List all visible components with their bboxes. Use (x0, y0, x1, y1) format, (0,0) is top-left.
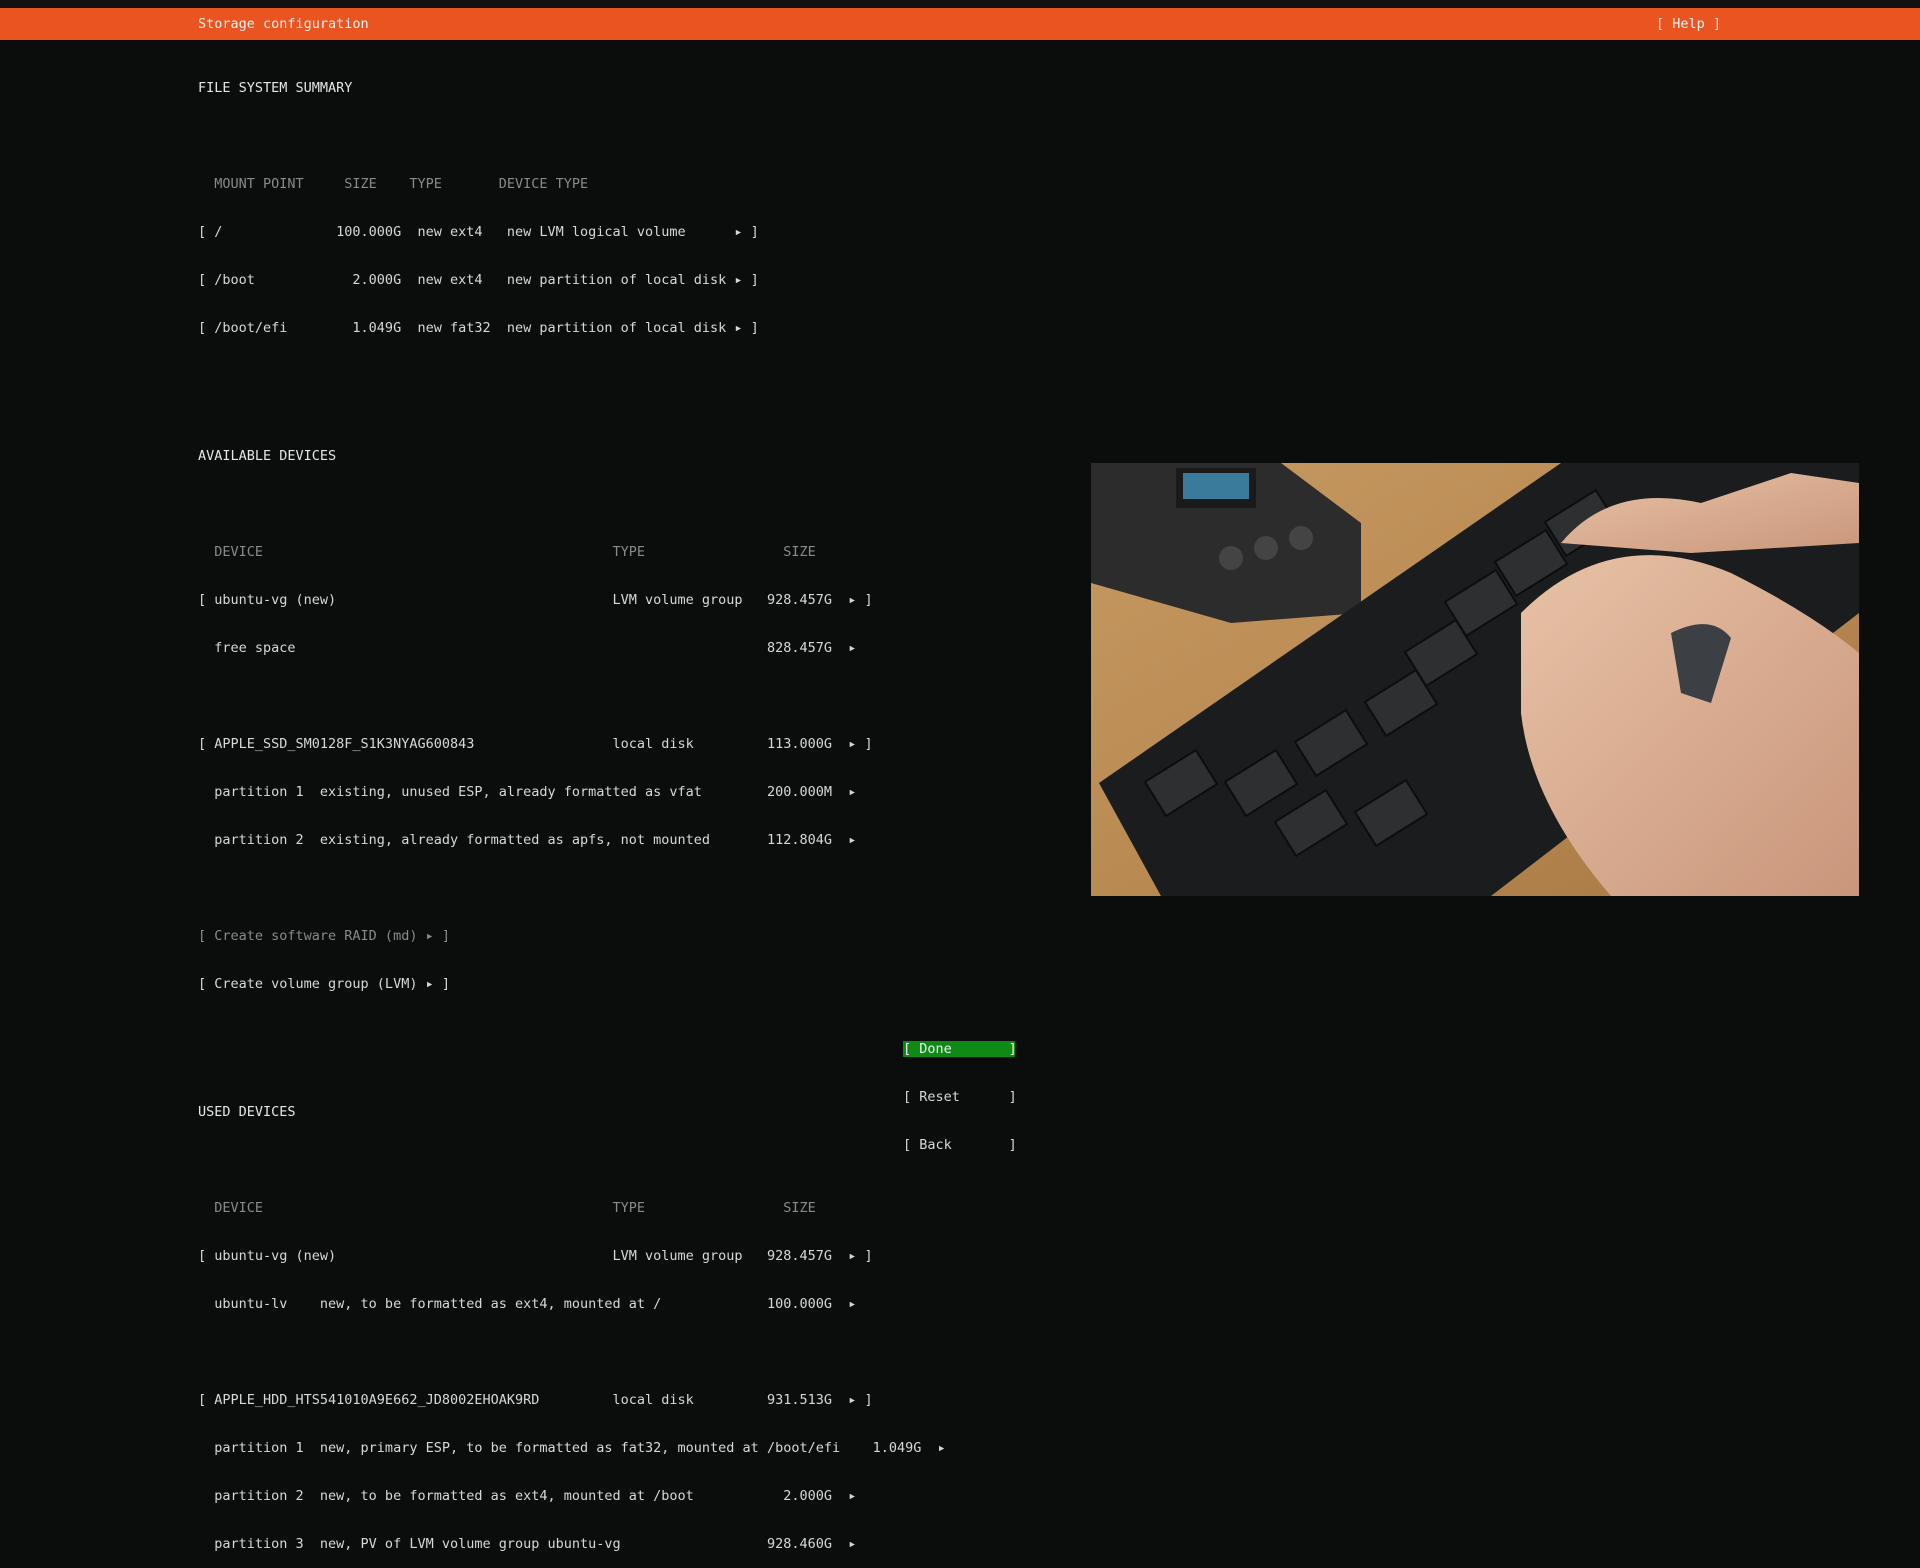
reset-button[interactable]: [ Reset ] (903, 1089, 1017, 1105)
used-columns: DEVICE TYPE SIZE (198, 1200, 816, 1216)
used-vg-row[interactable]: [ ubuntu-vg (new) LVM volume group 928.4… (198, 1248, 946, 1264)
title-bar: Storage configuration [ Help ] (0, 8, 1920, 40)
fs-row-root[interactable]: [ / 100.000G new ext4 new LVM logical vo… (198, 224, 946, 240)
storage-panel: FILE SYSTEM SUMMARY MOUNT POINT SIZE TYP… (198, 48, 946, 1568)
used-lv-row[interactable]: ubuntu-lv new, to be formatted as ext4, … (198, 1296, 946, 1312)
used-devices-heading: USED DEVICES (198, 1104, 296, 1120)
available-partition-1-row[interactable]: partition 1 existing, unused ESP, alread… (198, 784, 946, 800)
available-disk-row[interactable]: [ APPLE_SSD_SM0128F_S1K3NYAG600843 local… (198, 736, 946, 752)
available-columns: DEVICE TYPE SIZE (198, 544, 816, 560)
used-disk-row[interactable]: [ APPLE_HDD_HTS541010A9E662_JD8002EHOAK9… (198, 1392, 946, 1408)
top-strip (0, 0, 1920, 8)
screen-title: Storage configuration (198, 16, 369, 32)
used-partition-1-row[interactable]: partition 1 new, primary ESP, to be form… (198, 1440, 946, 1456)
keyboard-hand-illustration (1091, 463, 1859, 896)
fs-summary-columns: MOUNT POINT SIZE TYPE DEVICE TYPE (198, 176, 589, 192)
help-button[interactable]: [ Help ] (1656, 16, 1721, 32)
fs-row-boot-efi[interactable]: [ /boot/efi 1.049G new fat32 new partiti… (198, 320, 946, 336)
back-button[interactable]: [ Back ] (903, 1137, 1017, 1153)
available-devices-heading: AVAILABLE DEVICES (198, 448, 337, 464)
done-button[interactable]: [ Done ] (903, 1041, 1017, 1057)
create-raid-button: [ Create software RAID (md) ▸ ] (198, 928, 450, 944)
keyboard-photo-overlay (1091, 463, 1859, 896)
used-partition-3-row[interactable]: partition 3 new, PV of LVM volume group … (198, 1536, 946, 1552)
available-free-space-row[interactable]: free space 828.457G ▸ (198, 640, 946, 656)
action-buttons: [ Done ] [ Reset ] [ Back ] (903, 1009, 1017, 1169)
fs-row-boot[interactable]: [ /boot 2.000G new ext4 new partition of… (198, 272, 946, 288)
create-volume-group-button[interactable]: [ Create volume group (LVM) ▸ ] (198, 976, 946, 992)
fs-summary-heading: FILE SYSTEM SUMMARY (198, 80, 353, 96)
used-partition-2-row[interactable]: partition 2 new, to be formatted as ext4… (198, 1488, 946, 1504)
available-vg-row[interactable]: [ ubuntu-vg (new) LVM volume group 928.4… (198, 592, 946, 608)
available-partition-2-row[interactable]: partition 2 existing, already formatted … (198, 832, 946, 848)
